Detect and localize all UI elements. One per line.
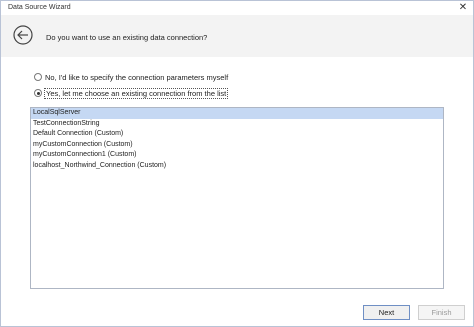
arrow-left-circle-icon (13, 25, 33, 45)
page-question: Do you want to use an existing data conn… (46, 33, 208, 42)
list-item[interactable]: myCustomConnection1 (Custom) (31, 150, 443, 161)
radio-button-unchecked[interactable] (34, 73, 42, 81)
wizard-header: Do you want to use an existing data conn… (1, 15, 473, 57)
list-item[interactable]: myCustomConnection (Custom) (31, 140, 443, 151)
radio-existing-connection[interactable]: Yes, let me choose an existing connectio… (34, 87, 229, 99)
back-button[interactable] (13, 25, 33, 45)
window-title: Data Source Wizard (8, 4, 71, 11)
list-item[interactable]: Default Connection (Custom) (31, 129, 443, 140)
connections-list[interactable]: LocalSqlServer TestConnectionString Defa… (30, 107, 444, 289)
list-item[interactable]: LocalSqlServer (31, 108, 443, 119)
wizard-footer: Next Finish (1, 298, 473, 326)
radio-specify-parameters[interactable]: No, I'd like to specify the connection p… (34, 71, 228, 83)
radio-specify-label: No, I'd like to specify the connection p… (45, 72, 229, 82)
close-button[interactable]: ✕ (457, 2, 469, 14)
list-item[interactable]: TestConnectionString (31, 119, 443, 130)
title-bar: Data Source Wizard ✕ (1, 1, 473, 15)
list-item[interactable]: localhost_Northwind_Connection (Custom) (31, 161, 443, 172)
next-button[interactable]: Next (363, 305, 410, 320)
radio-existing-label: Yes, let me choose an existing connectio… (43, 87, 229, 99)
finish-button[interactable]: Finish (418, 305, 465, 320)
data-source-wizard-window: Data Source Wizard ✕ Do you want to use … (0, 0, 474, 327)
radio-button-checked[interactable] (34, 89, 42, 97)
